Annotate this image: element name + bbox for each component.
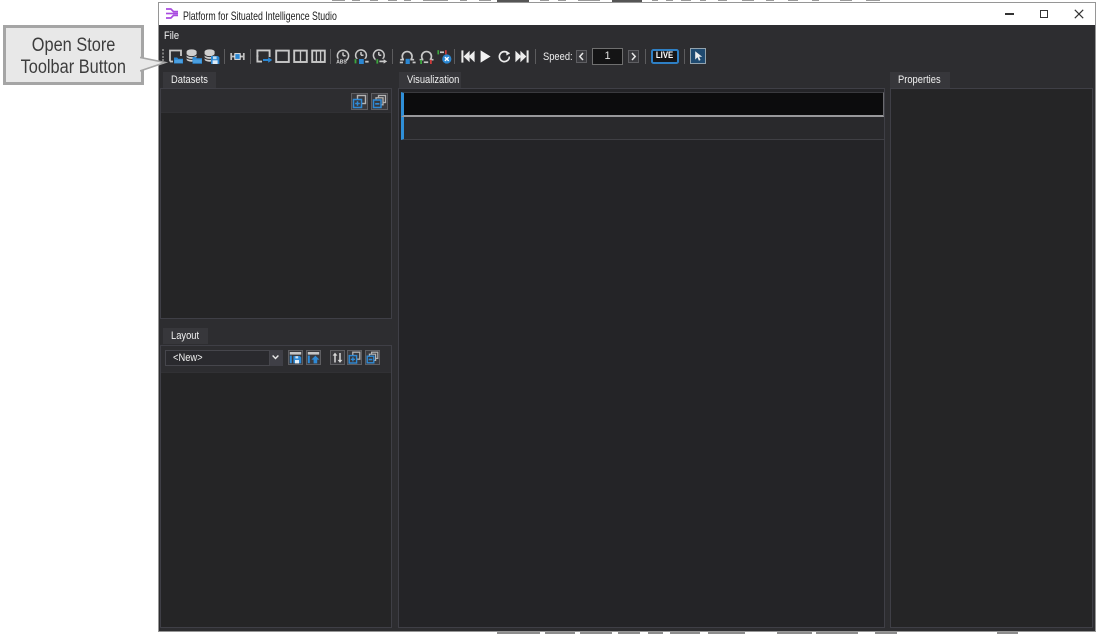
svg-text:ABS: ABS: [336, 59, 347, 64]
